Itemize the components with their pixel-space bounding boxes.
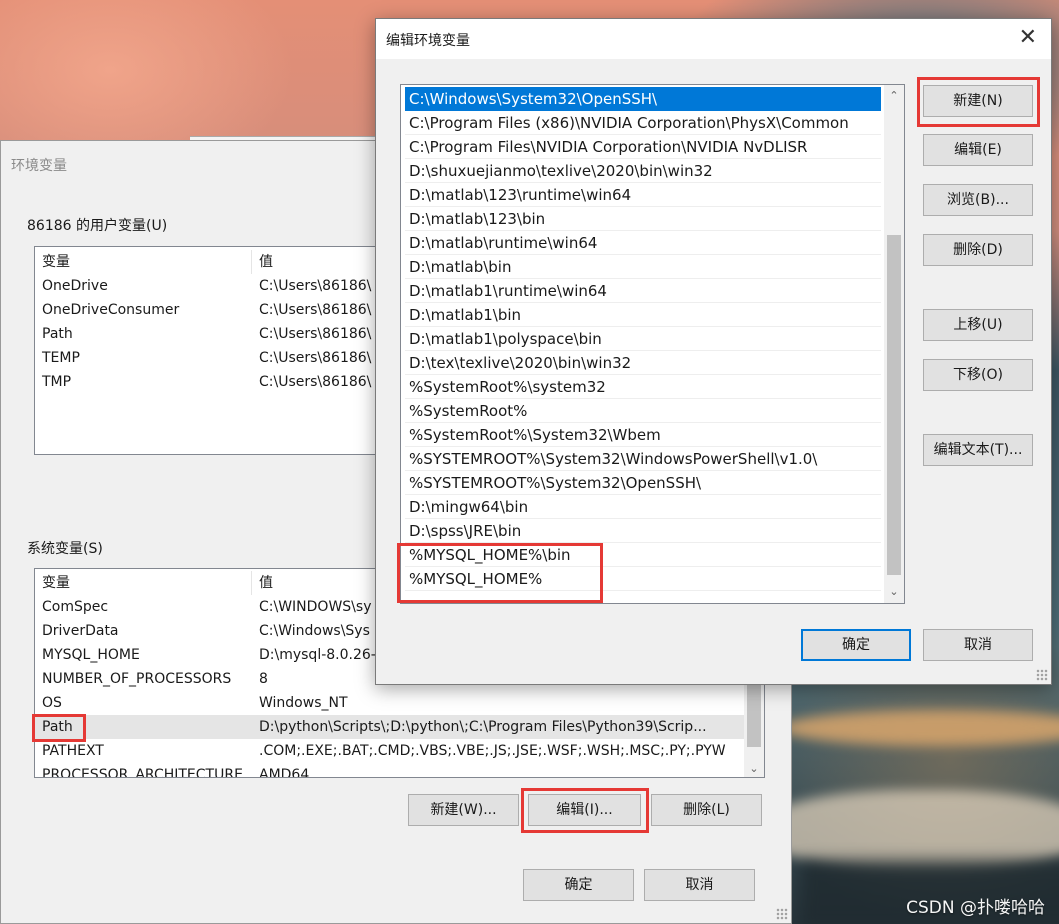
path-entry[interactable]: D:\tex\texlive\2020\bin\win32 xyxy=(405,351,881,375)
path-entry[interactable]: D:\shuxuejianmo\texlive\2020\bin\win32 xyxy=(405,159,881,183)
column-header-value[interactable]: 值 xyxy=(259,571,273,595)
path-entry[interactable]: D:\matlab\123\bin xyxy=(405,207,881,231)
path-entry[interactable]: %SYSTEMROOT%\System32\WindowsPowerShell\… xyxy=(405,447,881,471)
list-item-path-selected[interactable]: Path D:\python\Scripts\;D:\python\;C:\Pr… xyxy=(35,715,764,739)
ok-button[interactable]: 确定 xyxy=(523,869,634,901)
dialog-ok-button[interactable]: 确定 xyxy=(801,629,911,661)
path-entry[interactable]: D:\spss\JRE\bin xyxy=(405,519,881,543)
column-header-variable[interactable]: 变量 xyxy=(42,571,70,595)
list-item[interactable]: OneDriveConsumer C:\Users\86186\ xyxy=(35,298,380,322)
path-entry[interactable]: %SystemRoot%\System32\Wbem xyxy=(405,423,881,447)
highlight-new-button xyxy=(917,77,1040,127)
scroll-down-arrow-icon[interactable]: ⌄ xyxy=(884,583,904,601)
vertical-scrollbar[interactable]: ⌃ ⌄ xyxy=(884,85,904,603)
column-header-value[interactable]: 值 xyxy=(259,250,273,274)
dialog-title: 编辑环境变量 xyxy=(386,33,470,49)
list-item[interactable]: TMP C:\Users\86186\ xyxy=(35,370,380,394)
move-up-button[interactable]: 上移(U) xyxy=(923,309,1033,341)
list-item[interactable]: PROCESSOR_ARCHITECTURE AMD64 xyxy=(35,763,764,777)
path-entry[interactable]: D:\matlab1\bin xyxy=(405,303,881,327)
system-variables-group-label: 系统变量(S) xyxy=(27,541,103,557)
highlight-path-variable xyxy=(32,714,86,742)
list-item[interactable]: PATHEXT .COM;.EXE;.BAT;.CMD;.VBS;.VBE;.J… xyxy=(35,739,764,763)
watermark: CSDN @扑喽哈哈 xyxy=(906,898,1045,918)
dialog-titlebar[interactable]: 编辑环境变量 ✕ xyxy=(376,19,1051,59)
system-new-button[interactable]: 新建(W)... xyxy=(408,794,519,826)
path-entry[interactable]: %SystemRoot% xyxy=(405,399,881,423)
scrollbar-thumb[interactable] xyxy=(747,677,761,747)
user-variables-group-label: 86186 的用户变量(U) xyxy=(27,218,168,234)
path-entry[interactable]: C:\Program Files (x86)\NVIDIA Corporatio… xyxy=(405,111,881,135)
path-entry-selected[interactable]: C:\Windows\System32\OpenSSH\ xyxy=(405,87,881,111)
cancel-button[interactable]: 取消 xyxy=(644,869,755,901)
path-entry[interactable]: D:\matlab1\runtime\win64 xyxy=(405,279,881,303)
system-delete-button[interactable]: 删除(L) xyxy=(651,794,762,826)
resize-grip-icon[interactable] xyxy=(1036,669,1048,681)
highlight-mysql-entries xyxy=(397,543,603,603)
path-entry[interactable]: D:\matlab\123\runtime\win64 xyxy=(405,183,881,207)
list-item[interactable]: TEMP C:\Users\86186\ xyxy=(35,346,380,370)
list-item[interactable]: OS Windows_NT xyxy=(35,691,764,715)
dialog-cancel-button[interactable]: 取消 xyxy=(923,629,1033,661)
path-entries-list[interactable]: C:\Windows\System32\OpenSSH\ C:\Program … xyxy=(400,84,905,604)
edit-environment-variable-dialog: 编辑环境变量 ✕ C:\Windows\System32\OpenSSH\ C:… xyxy=(375,18,1052,685)
user-variables-list[interactable]: 变量 值 OneDrive C:\Users\86186\ OneDriveCo… xyxy=(34,246,381,455)
scroll-down-arrow-icon[interactable]: ⌄ xyxy=(744,762,764,775)
path-entry[interactable]: D:\matlab1\polyspace\bin xyxy=(405,327,881,351)
edit-text-button[interactable]: 编辑文本(T)... xyxy=(923,434,1033,466)
scroll-up-arrow-icon[interactable]: ⌃ xyxy=(884,87,904,105)
path-entry[interactable]: C:\Program Files\NVIDIA Corporation\NVID… xyxy=(405,135,881,159)
path-entry[interactable]: D:\matlab\bin xyxy=(405,255,881,279)
scrollbar-thumb[interactable] xyxy=(887,235,901,575)
column-header-variable[interactable]: 变量 xyxy=(42,250,70,274)
move-down-button[interactable]: 下移(O) xyxy=(923,359,1033,391)
resize-grip-icon[interactable] xyxy=(776,908,788,920)
path-entry[interactable]: %SYSTEMROOT%\System32\OpenSSH\ xyxy=(405,471,881,495)
path-entry[interactable]: D:\matlab\runtime\win64 xyxy=(405,231,881,255)
close-icon[interactable]: ✕ xyxy=(1019,25,1037,51)
window-title: 环境变量 xyxy=(11,158,67,174)
path-entry[interactable]: %SystemRoot%\system32 xyxy=(405,375,881,399)
browse-button[interactable]: 浏览(B)... xyxy=(923,184,1033,216)
path-entry[interactable]: D:\mingw64\bin xyxy=(405,495,881,519)
list-header: 变量 值 xyxy=(35,250,380,274)
edit-entry-button[interactable]: 编辑(E) xyxy=(923,134,1033,166)
delete-entry-button[interactable]: 删除(D) xyxy=(923,234,1033,266)
list-item[interactable]: OneDrive C:\Users\86186\ xyxy=(35,274,380,298)
list-item[interactable]: Path C:\Users\86186\ xyxy=(35,322,380,346)
highlight-edit-button xyxy=(521,788,649,833)
